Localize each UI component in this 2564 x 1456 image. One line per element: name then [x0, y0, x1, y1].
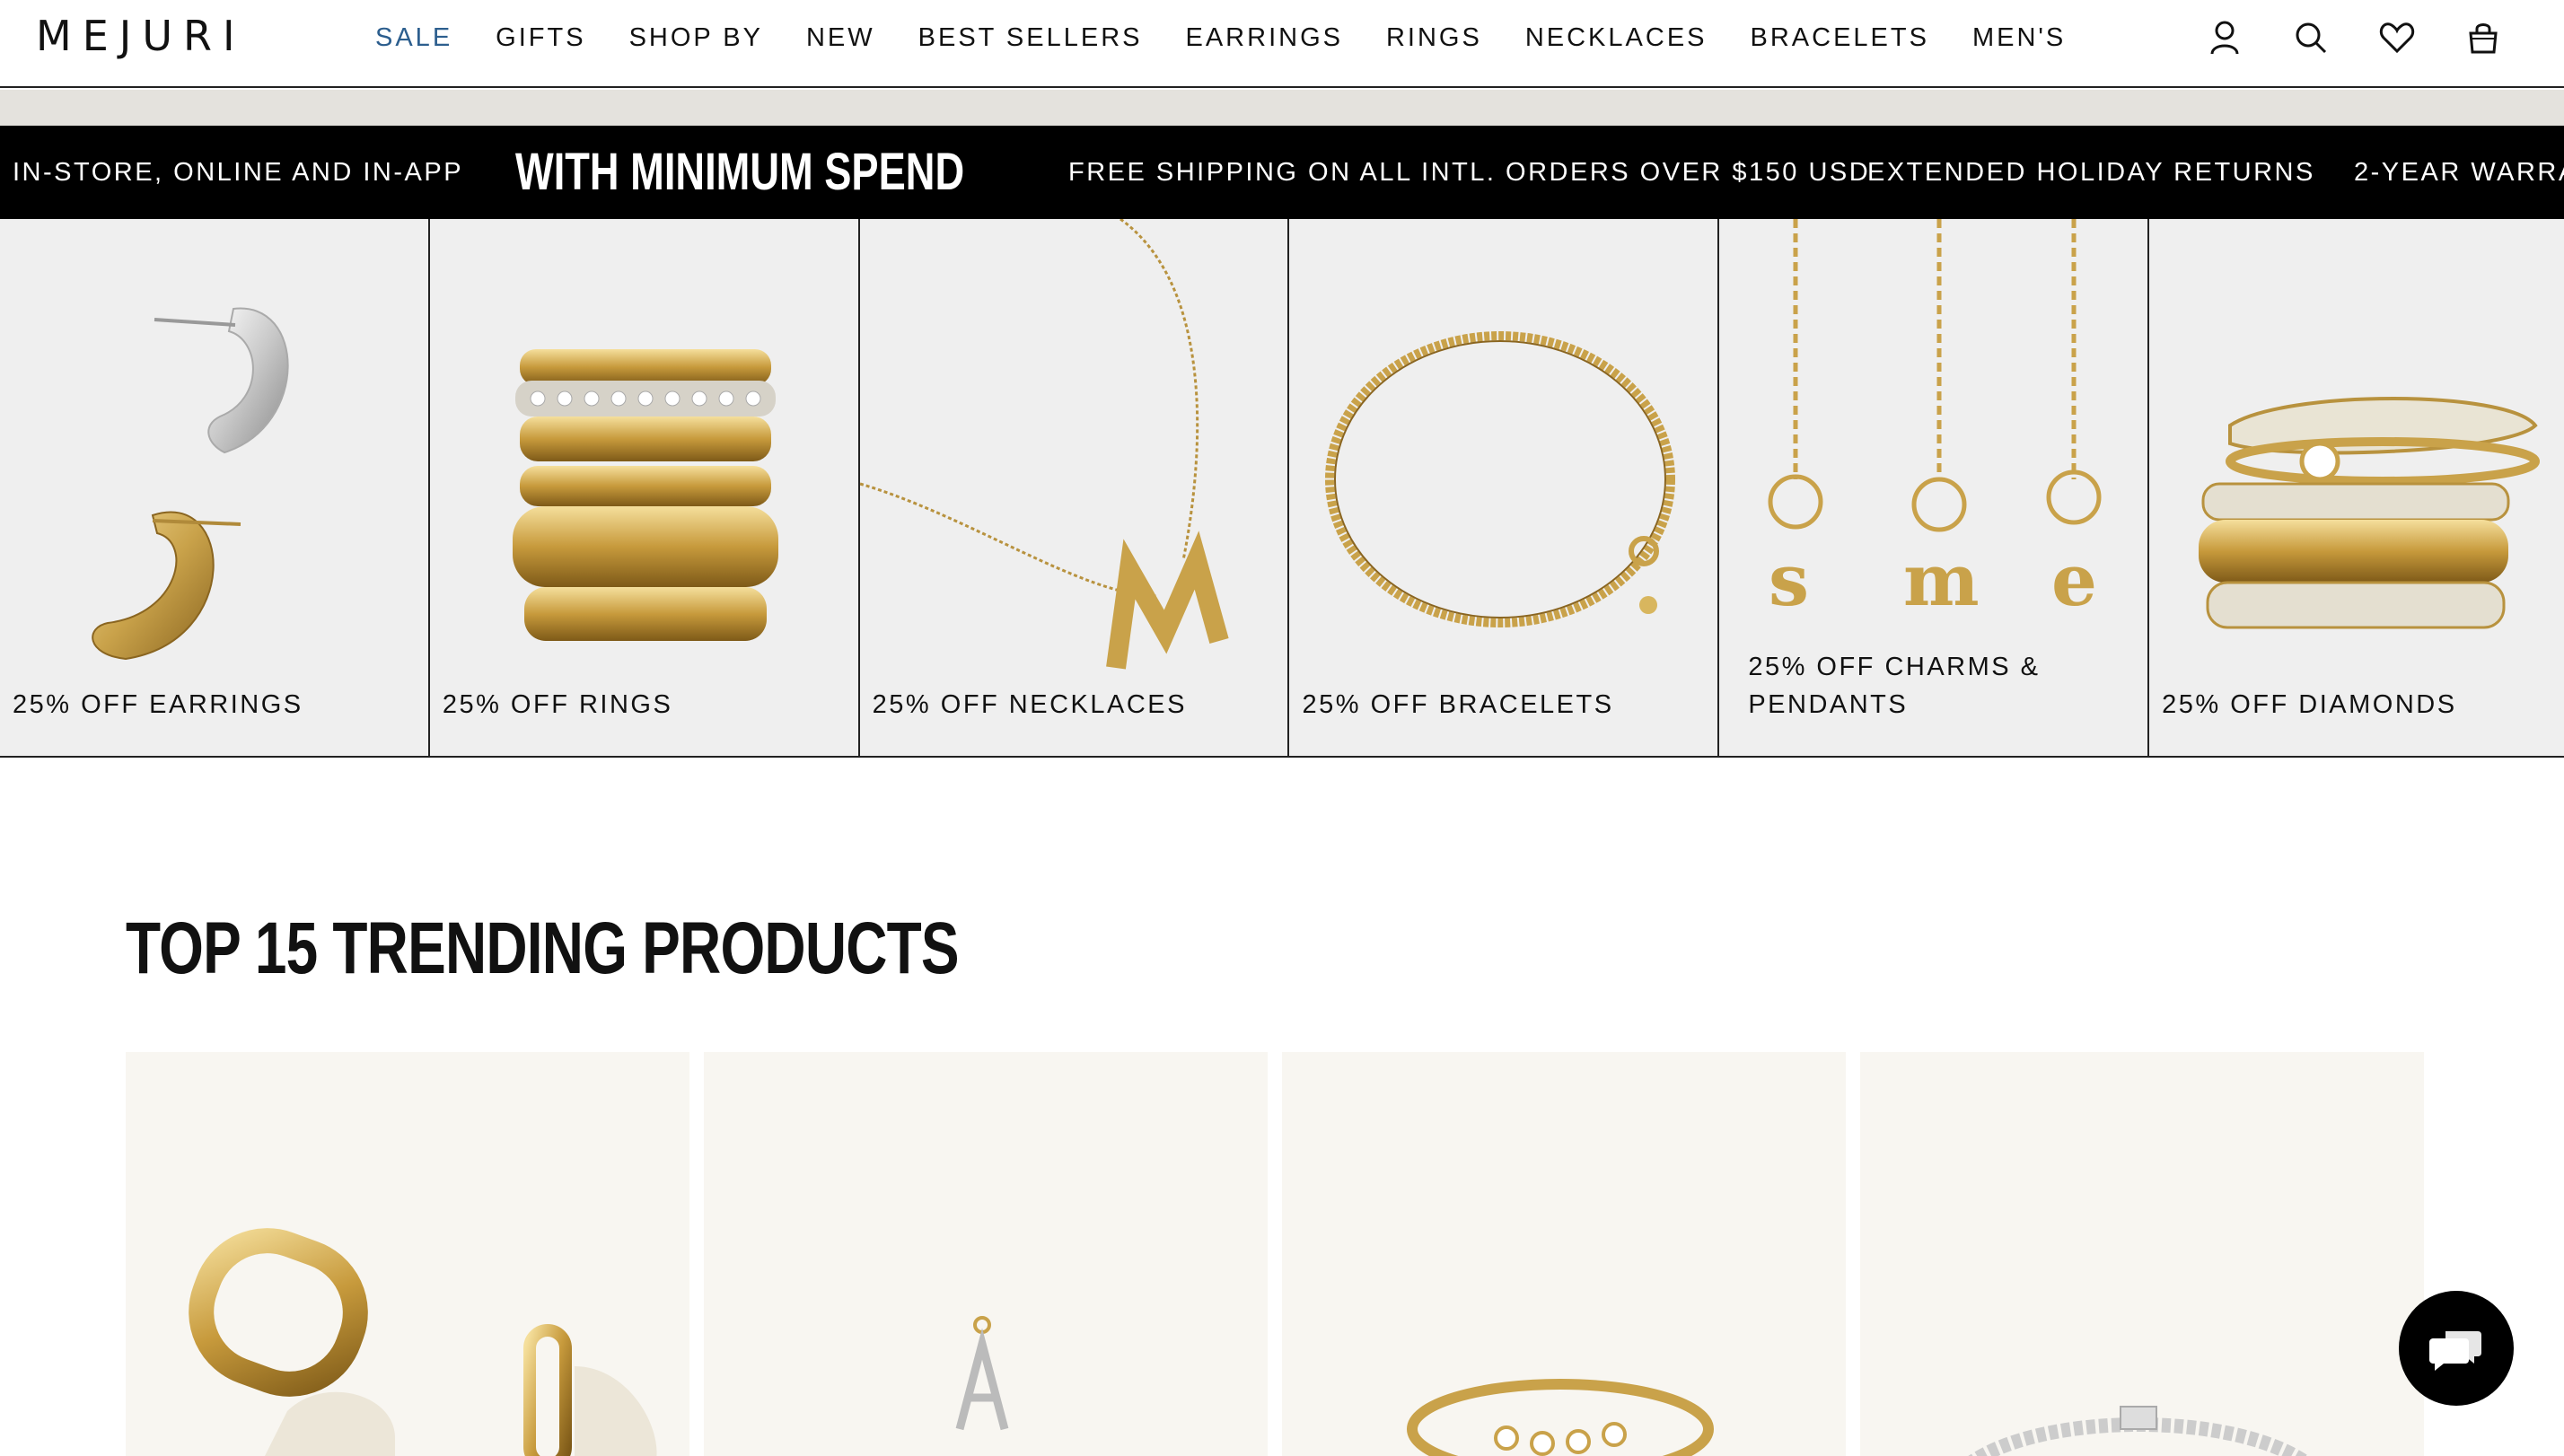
product-image	[1407, 1379, 1714, 1456]
category-tiles: 25% OFF EARRINGS 25% OFF RINGS 25% OFF N…	[0, 219, 2564, 758]
promo-text: 2-YEAR WARRAN	[2354, 158, 2564, 187]
category-label: 25% OFF DIAMONDS	[2162, 690, 2457, 719]
nav-item-shop-by[interactable]: SHOP BY	[629, 20, 763, 56]
product-card[interactable]	[704, 1052, 1268, 1456]
category-tile-necklaces[interactable]: 25% OFF NECKLACES	[859, 219, 1290, 756]
section-title: TOP 15 TRENDING PRODUCTS	[126, 908, 960, 989]
product-card[interactable]	[1860, 1052, 2424, 1456]
search-icon[interactable]	[2293, 18, 2329, 57]
account-icon[interactable]	[2207, 18, 2243, 57]
category-tile-bracelets[interactable]: 25% OFF BRACELETS	[1289, 219, 1720, 756]
nav-item-best-sellers[interactable]: BEST SELLERS	[918, 20, 1143, 56]
chat-button[interactable]	[2399, 1291, 2514, 1406]
product-image	[1968, 1406, 2309, 1456]
nav-item-rings[interactable]: RINGS	[1386, 20, 1482, 56]
nav-item-bracelets[interactable]: BRACELETS	[1751, 20, 1929, 56]
earrings-image	[92, 307, 289, 661]
svg-text:e: e	[2051, 538, 2097, 622]
nav-item-mens[interactable]: MEN'S	[1972, 20, 2066, 56]
nav-item-new[interactable]: NEW	[806, 20, 875, 56]
product-image	[955, 1316, 1009, 1431]
category-label: 25% OFF NECKLACES	[872, 690, 1187, 719]
product-grid	[126, 1052, 2424, 1456]
category-tile-earrings[interactable]: 25% OFF EARRINGS	[0, 219, 430, 756]
category-tile-charms[interactable]: s m e 25% OFF CHARMS & PENDANTS	[1719, 219, 2150, 756]
category-label: 25% OFF CHARMS & PENDANTS	[1748, 653, 2041, 719]
nav-item-earrings[interactable]: EARRINGS	[1186, 20, 1343, 56]
product-card[interactable]	[1282, 1052, 1846, 1456]
category-tile-diamonds[interactable]: 25% OFF DIAMONDS	[2149, 219, 2564, 756]
wishlist-heart-icon[interactable]	[2379, 18, 2415, 57]
promo-text: IN-STORE, ONLINE AND IN-APP	[13, 158, 464, 187]
diamonds-image	[2199, 397, 2541, 629]
header-icons	[2207, 18, 2501, 57]
category-label: 25% OFF EARRINGS	[13, 690, 303, 719]
main-nav: SALE GIFTS SHOP BY NEW BEST SELLERS EARR…	[375, 20, 2109, 56]
promo-text: EXTENDED HOLIDAY RETURNS	[1867, 158, 2315, 187]
promo-headline: WITH MINIMUM SPEND	[515, 143, 965, 201]
brand-logo[interactable]: MEJURI	[36, 13, 246, 59]
svg-text:m: m	[1903, 538, 1980, 622]
product-image	[189, 1228, 657, 1456]
nav-item-necklaces[interactable]: NECKLACES	[1525, 20, 1708, 56]
svg-text:s: s	[1769, 538, 1809, 622]
product-card[interactable]	[126, 1052, 689, 1456]
shopping-bag-icon[interactable]	[2465, 18, 2501, 57]
category-label: 25% OFF BRACELETS	[1302, 690, 1614, 719]
bracelets-image	[1325, 331, 1676, 627]
promo-marquee: IN-STORE, ONLINE AND IN-APP WITH MINIMUM…	[0, 126, 2564, 219]
promo-text: FREE SHIPPING ON ALL INTL. ORDERS OVER $…	[1068, 158, 1871, 187]
header-divider-strip	[0, 90, 2564, 126]
category-label: 25% OFF RINGS	[442, 690, 673, 719]
category-tile-rings[interactable]: 25% OFF RINGS	[429, 219, 860, 756]
nav-item-sale[interactable]: SALE	[375, 20, 452, 56]
nav-item-gifts[interactable]: GIFTS	[496, 20, 585, 56]
necklaces-image	[859, 219, 1229, 670]
rings-image	[512, 349, 778, 641]
site-header: MEJURI SALE GIFTS SHOP BY NEW BEST SELLE…	[0, 0, 2564, 88]
chat-bubble-icon	[2429, 1331, 2481, 1371]
